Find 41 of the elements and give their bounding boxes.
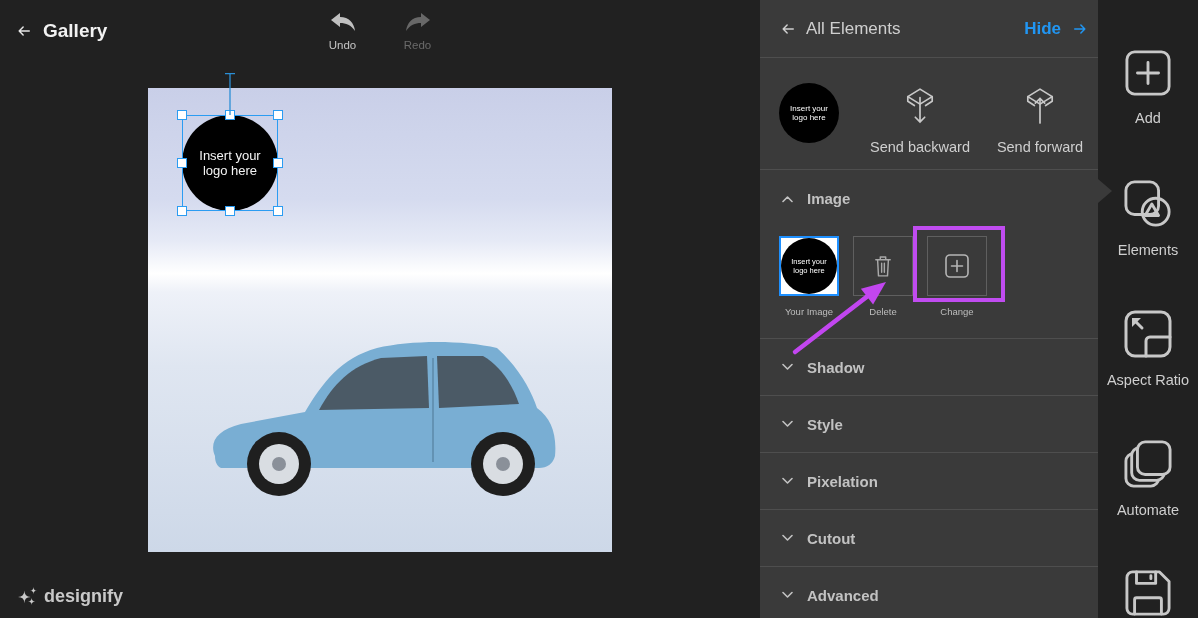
logo-thumbnail: Insert your logo here [779, 83, 839, 143]
back-button[interactable]: All Elements [781, 18, 901, 39]
back-icon [17, 24, 31, 38]
brand-name: designify [44, 585, 123, 607]
resize-handle[interactable] [273, 110, 283, 120]
trash-icon [874, 253, 892, 279]
hide-button[interactable]: Hide [1024, 18, 1087, 39]
change-button[interactable] [927, 236, 987, 296]
resize-handle[interactable] [273, 206, 283, 216]
aspect-ratio-button[interactable]: Aspect Ratio [1098, 282, 1198, 412]
aspect-ratio-icon [1124, 310, 1172, 358]
save-icon [1125, 570, 1171, 616]
shapes-icon [1124, 180, 1172, 228]
send-forward-button[interactable]: Send forward [987, 87, 1093, 156]
delete-button[interactable] [853, 236, 913, 296]
resize-handle[interactable] [177, 158, 187, 168]
tile-caption: Change [940, 306, 974, 317]
tile-caption: Your Image [784, 306, 834, 317]
send-forward-icon [1025, 87, 1055, 125]
automate-button[interactable]: Automate [1098, 412, 1198, 542]
undo-button[interactable]: Undo [322, 12, 363, 72]
back-icon [781, 21, 795, 36]
send-backward-icon [905, 87, 935, 125]
elements-button[interactable]: Elements [1098, 152, 1198, 282]
plus-square-icon [945, 254, 969, 278]
resize-handle[interactable] [225, 206, 235, 216]
resize-handle[interactable] [225, 110, 235, 120]
tile-caption: Delete [869, 306, 897, 317]
undo-icon [329, 12, 356, 32]
resize-handle[interactable] [273, 158, 283, 168]
send-backward-button[interactable]: Send backward [864, 87, 976, 156]
back-button[interactable]: Gallery [17, 19, 108, 43]
redo-icon [404, 12, 431, 32]
plus-square-icon [1125, 50, 1171, 96]
rotate-handle[interactable] [224, 73, 236, 115]
accordion-header[interactable]: Image [760, 170, 1098, 227]
resize-handle[interactable] [177, 110, 187, 120]
resize-handle[interactable] [177, 206, 187, 216]
arrow-right-icon [1073, 21, 1087, 36]
add-button[interactable]: Add [1098, 22, 1198, 152]
stacked-squares-icon [1124, 440, 1172, 488]
